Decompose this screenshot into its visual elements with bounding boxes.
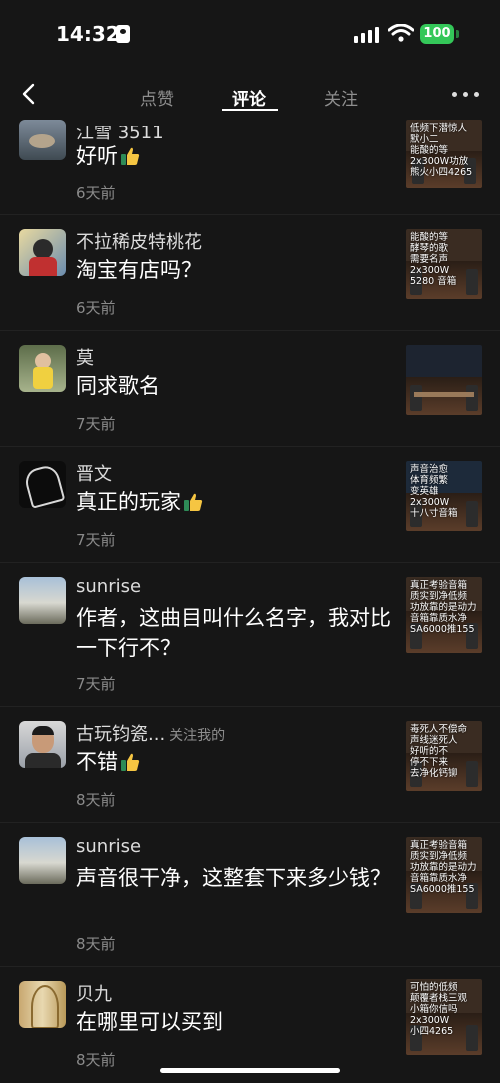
video-caption: 真正考验音箱 质实到净低频 功放靠的是动力 音箱靠质水净 SA6000推155 [410, 840, 477, 895]
video-caption: 真正考验音箱 质实到净低频 功放靠的是动力 音箱靠质水净 SA6000推155 [410, 580, 477, 635]
comment-username[interactable]: sunrise [76, 836, 141, 857]
comment-item[interactable]: 江雪 3511 好听 6天前 低频下潜惊人 默小二 能酸的等 2x300W功放 … [0, 120, 500, 213]
follows-me-label: 关注我的 [169, 728, 226, 744]
comment-date: 8天前 [76, 935, 116, 953]
video-thumbnail[interactable]: 低频下潜惊人 默小二 能酸的等 2x300W功放 熊火小四4265 [406, 120, 482, 188]
comment-text: 不错 [76, 747, 394, 777]
status-time: 14:32 [56, 22, 120, 46]
contact-card-icon [116, 25, 130, 43]
comment-item[interactable]: 古玩钧瓷... 关注我的 不错 8天前 毒死人不偿命 声线迷死人 好听的不 停不下… [0, 707, 500, 822]
video-caption: 声音治愈 体育频繁 变英雄 2x300W 十八寸音箱 [410, 464, 458, 519]
comment-date: 6天前 [76, 184, 116, 202]
tab-comments[interactable]: 评论 [232, 85, 266, 110]
more-options-icon[interactable] [452, 92, 480, 98]
comment-text: 在哪里可以买到 [76, 1010, 223, 1034]
comment-item[interactable]: 不拉稀皮特桃花 淘宝有店吗？ 6天前 能酸的等 酵琴的歌 需要名声 2x300W… [0, 215, 500, 330]
comment-item[interactable]: 莫 同求歌名 7天前 [0, 331, 500, 446]
video-thumbnail[interactable]: 可怕的低频 颠覆者栈三观 小箱你信吗 2x300W 小四4265 [406, 979, 482, 1055]
active-tab-indicator [222, 109, 278, 111]
avatar[interactable] [19, 981, 66, 1028]
comment-username[interactable]: 贝九 [76, 980, 112, 1006]
comment-text: 作者，这曲目叫什么名字，我对比一下行不？ [76, 606, 391, 660]
battery-tip-icon [456, 30, 459, 38]
comment-username[interactable]: 不拉稀皮特桃花 [76, 228, 202, 254]
video-thumbnail[interactable]: 毒死人不偿命 声线迷死人 好听的不 停不下来 去净化钙铆 [406, 721, 482, 791]
comment-text: 同求歌名 [76, 374, 160, 398]
avatar[interactable] [19, 837, 66, 884]
home-indicator[interactable] [160, 1068, 340, 1073]
comment-date: 7天前 [76, 415, 116, 433]
top-navigation: 点赞 评论 关注 [0, 68, 500, 120]
comment-username[interactable]: 古玩钧瓷... 关注我的 [76, 720, 225, 746]
video-thumbnail[interactable]: 真正考验音箱 质实到净低频 功放靠的是动力 音箱靠质水净 SA6000推155 [406, 577, 482, 653]
avatar[interactable] [19, 345, 66, 392]
thumbs-up-icon [121, 147, 140, 165]
comment-list[interactable]: 江雪 3511 好听 6天前 低频下潜惊人 默小二 能酸的等 2x300W功放 … [0, 120, 500, 1083]
comment-text: 真正的玩家 [76, 487, 394, 517]
back-arrow-icon[interactable] [18, 82, 42, 106]
comment-date: 6天前 [76, 299, 116, 317]
video-thumbnail[interactable]: 真正考验音箱 质实到净低频 功放靠的是动力 音箱靠质水净 SA6000推155 [406, 837, 482, 913]
video-caption: 可怕的低频 颠覆者栈三观 小箱你信吗 2x300W 小四4265 [410, 982, 468, 1037]
comment-username[interactable]: sunrise [76, 576, 141, 597]
comment-text: 好听 [76, 141, 394, 171]
comment-text: 声音很干净，这整套下来多少钱？ [76, 866, 391, 890]
video-thumbnail[interactable] [406, 345, 482, 415]
thumbs-up-icon [184, 493, 203, 511]
video-caption: 能酸的等 酵琴的歌 需要名声 2x300W 5280 音箱 [410, 232, 457, 287]
status-bar: 14:32 100 [0, 0, 500, 68]
avatar[interactable] [19, 577, 66, 624]
comment-date: 8天前 [76, 1051, 116, 1069]
thumbs-up-icon [121, 753, 140, 771]
video-thumbnail[interactable]: 声音治愈 体育频繁 变英雄 2x300W 十八寸音箱 [406, 461, 482, 531]
tab-likes[interactable]: 点赞 [140, 85, 174, 110]
tab-follows[interactable]: 关注 [324, 85, 358, 110]
comment-username[interactable]: 晋文 [76, 460, 112, 486]
comment-date: 7天前 [76, 531, 116, 549]
comment-date: 7天前 [76, 675, 116, 693]
video-caption: 毒死人不偿命 声线迷死人 好听的不 停不下来 去净化钙铆 [410, 724, 468, 779]
video-caption: 低频下潜惊人 默小二 能酸的等 2x300W功放 熊火小四4265 [410, 123, 473, 178]
battery-indicator: 100 [420, 24, 454, 44]
comment-item[interactable]: 晋文 真正的玩家 7天前 声音治愈 体育频繁 变英雄 2x300W 十八寸音箱 [0, 447, 500, 562]
comment-item[interactable]: sunrise 作者，这曲目叫什么名字，我对比一下行不？ 7天前 真正考验音箱 … [0, 563, 500, 706]
wifi-icon [388, 24, 414, 42]
comment-username[interactable]: 莫 [76, 344, 94, 370]
comment-item[interactable]: sunrise 声音很干净，这整套下来多少钱？ 8天前 真正考验音箱 质实到净低… [0, 823, 500, 966]
comment-text: 淘宝有店吗？ [76, 258, 202, 282]
signal-icon [354, 25, 380, 43]
comment-date: 8天前 [76, 791, 116, 809]
video-thumbnail[interactable]: 能酸的等 酵琴的歌 需要名声 2x300W 5280 音箱 [406, 229, 482, 299]
avatar[interactable] [19, 721, 66, 768]
comment-item[interactable]: 贝九 在哪里可以买到 8天前 可怕的低频 颠覆者栈三观 小箱你信吗 2x300W… [0, 967, 500, 1083]
avatar[interactable] [19, 229, 66, 276]
avatar[interactable] [19, 461, 66, 508]
avatar[interactable] [19, 120, 66, 160]
